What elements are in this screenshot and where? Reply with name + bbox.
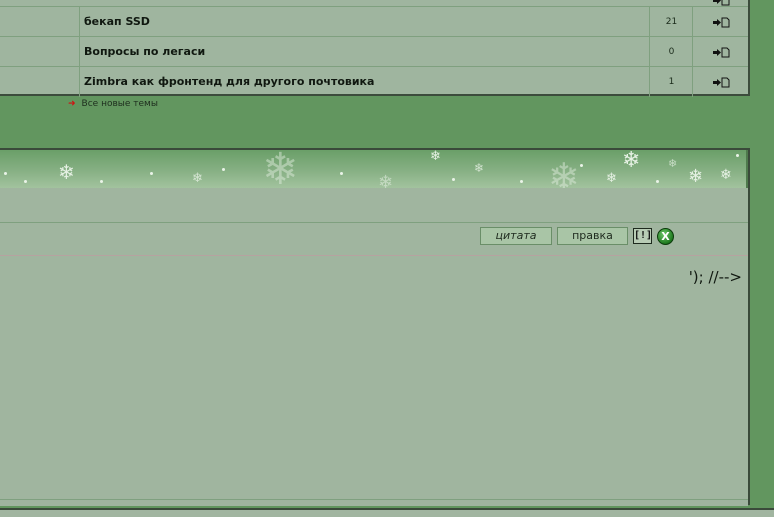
snowflake-icon: ❄ xyxy=(688,166,704,187)
post-footer xyxy=(0,499,748,506)
snowflake-icon: ❄ xyxy=(606,171,617,186)
snowflake-icon: ❄ xyxy=(430,150,441,164)
report-button[interactable]: [!] xyxy=(633,228,652,244)
post-body-text: '); //--> xyxy=(688,268,742,286)
snow-dot xyxy=(4,172,7,175)
snow-dot xyxy=(222,168,225,171)
table-row: Zimbra как фронтенд для другого почтовик… xyxy=(0,66,748,97)
topics-table: бекап SSD 21 Вопросы по легаси 0 Zimbra … xyxy=(0,0,750,97)
goto-last-post-icon[interactable] xyxy=(712,47,730,58)
snow-dot xyxy=(580,164,583,167)
snowflake-icon: ❄ xyxy=(720,167,732,183)
edit-button[interactable]: правка xyxy=(557,227,628,245)
goto-last-post-icon[interactable] xyxy=(712,77,730,88)
snow-dot xyxy=(100,180,103,183)
snowflake-icon: ❄ xyxy=(192,171,203,186)
snowflake-banner: ❄ ❄ ❄ ❄ ❄ ❄ ❄ ❄ ❄ ❄ ❄ ❄ xyxy=(0,150,748,188)
topic-action-cell xyxy=(694,37,748,67)
snow-dot xyxy=(340,172,343,175)
quote-button[interactable]: цитата xyxy=(480,227,552,245)
red-arrow-icon: ➜ xyxy=(68,99,76,109)
snowflake-icon: ❄ xyxy=(474,161,485,175)
snow-dot xyxy=(452,178,455,181)
snowflake-icon: ❄ xyxy=(378,172,394,189)
topic-title-link[interactable]: бекап SSD xyxy=(80,7,650,37)
snowflake-icon: ❄ xyxy=(262,150,299,188)
table-row: бекап SSD 21 xyxy=(0,6,748,37)
post-panel: ❄ ❄ ❄ ❄ ❄ ❄ ❄ ❄ ❄ ❄ ❄ ❄ цитата правка [!… xyxy=(0,148,750,506)
post-info-row xyxy=(0,188,748,223)
all-new-topics-label[interactable]: Все новые темы xyxy=(82,99,158,109)
topic-action-cell xyxy=(694,7,748,37)
next-post-panel-edge xyxy=(0,508,774,517)
goto-last-post-icon[interactable] xyxy=(712,17,730,28)
goto-last-post-icon[interactable] xyxy=(712,0,730,6)
post-button-row: цитата правка [!] X xyxy=(0,223,748,256)
topic-title-link[interactable]: Вопросы по легаси xyxy=(80,37,650,67)
row-status-cell xyxy=(0,67,80,97)
table-row: Вопросы по легаси 0 xyxy=(0,36,748,67)
snow-dot xyxy=(24,180,27,183)
green-x-icon[interactable]: X xyxy=(657,228,674,245)
topic-reply-count: 1 xyxy=(651,67,693,97)
snowflake-icon: ❄ xyxy=(668,157,678,170)
snowflake-icon: ❄ xyxy=(548,155,580,188)
topic-reply-count: 21 xyxy=(651,7,693,37)
snow-dot xyxy=(520,180,523,183)
snow-dot xyxy=(736,154,739,157)
row-status-cell xyxy=(0,37,80,67)
topic-action-cell xyxy=(694,67,748,97)
snow-dot xyxy=(656,180,659,183)
topic-reply-count: 0 xyxy=(651,37,693,67)
all-new-topics-link[interactable]: ➜ Все новые темы xyxy=(68,99,158,109)
snowflake-icon: ❄ xyxy=(58,160,75,184)
topic-title-link[interactable]: Zimbra как фронтенд для другого почтовик… xyxy=(80,67,650,97)
snow-dot xyxy=(150,172,153,175)
banner-edge xyxy=(746,150,748,188)
row-status-cell xyxy=(0,7,80,37)
snowflake-icon: ❄ xyxy=(622,150,641,173)
